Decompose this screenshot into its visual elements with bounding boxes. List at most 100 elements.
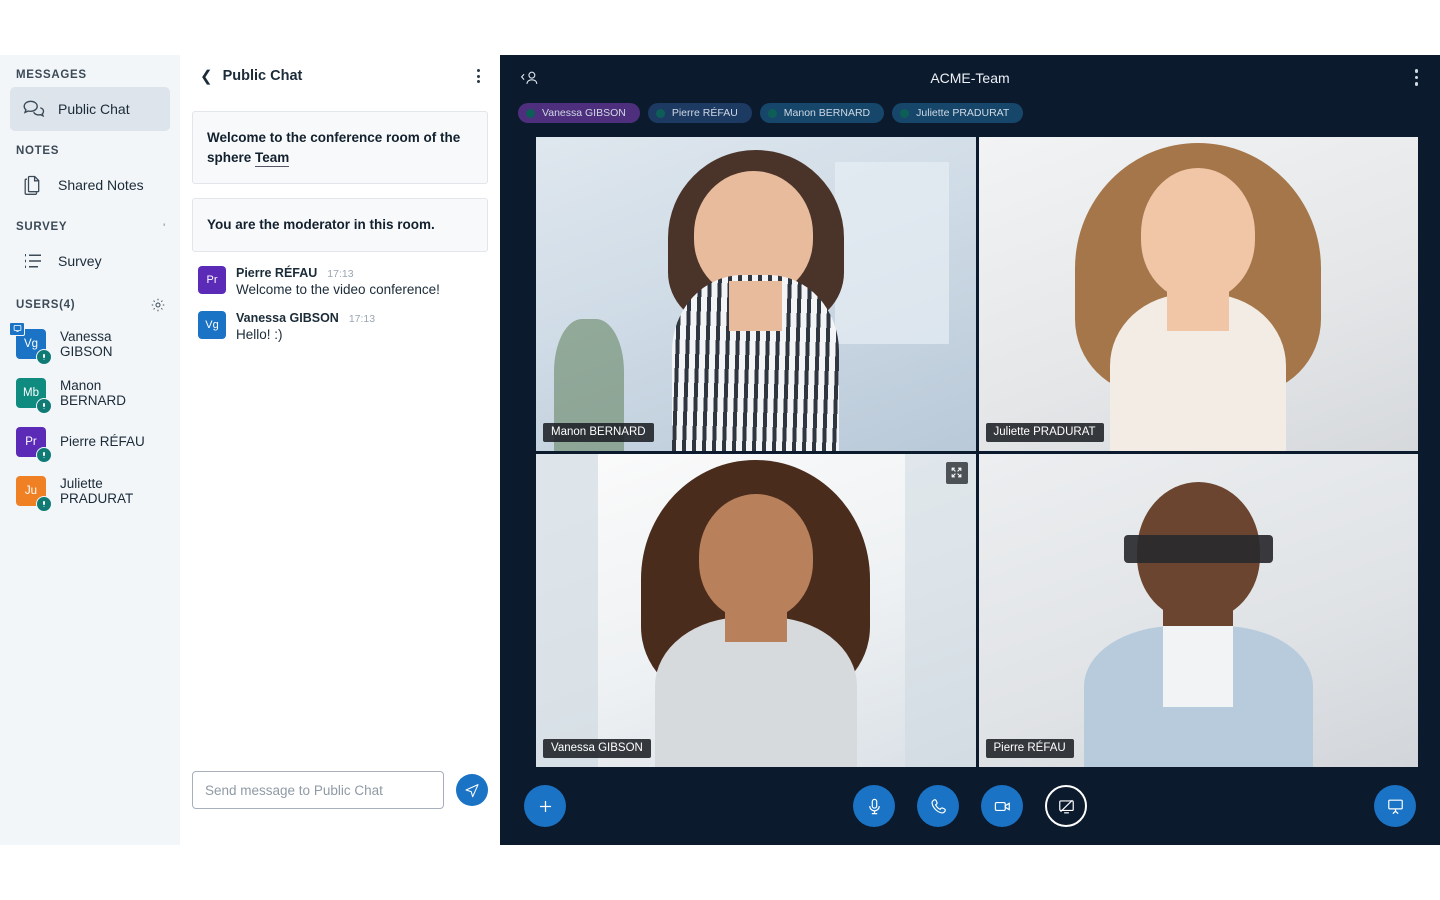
- users-count-label: USERS(4): [16, 299, 76, 311]
- camera-button[interactable]: [981, 785, 1023, 827]
- chat-message-text: Hello! :): [236, 326, 283, 342]
- video-tile[interactable]: Manon BERNARD: [536, 137, 976, 451]
- chip-status-dot-icon: [655, 108, 665, 118]
- sidebar-item-shared-notes[interactable]: Shared Notes: [10, 163, 170, 207]
- video-header: ACME-Team: [500, 55, 1440, 103]
- expand-fullscreen-icon[interactable]: [945, 461, 968, 484]
- send-message-button[interactable]: [456, 774, 488, 806]
- kebab-menu-icon[interactable]: [473, 65, 484, 87]
- participant-video-feed: [536, 137, 976, 451]
- sidebar-item-survey[interactable]: Survey: [10, 239, 170, 283]
- welcome-notice: Welcome to the conference room of the sp…: [192, 111, 488, 185]
- chat-message-time: 17:13: [327, 267, 354, 280]
- avatar: Pr: [198, 265, 226, 294]
- mic-muted-badge-icon: [36, 397, 52, 414]
- sidebar-item-public-chat-label: Public Chat: [58, 101, 130, 117]
- participant-video-feed: [978, 137, 1418, 451]
- video-tile-label: Pierre RÉFAU: [985, 739, 1074, 758]
- hangup-button[interactable]: [917, 785, 959, 827]
- chip-status-dot-icon: [767, 108, 777, 118]
- video-tile-label: Manon BERNARD: [543, 422, 654, 442]
- chat-title: Public Chat: [222, 68, 303, 84]
- sidebar-item-survey-label: Survey: [58, 253, 102, 269]
- avatar-initials: Mb: [23, 386, 39, 399]
- avatar: Pr: [16, 426, 52, 463]
- chat-bubbles-icon: [20, 96, 46, 122]
- participant-video-feed: [536, 453, 976, 767]
- participant-chip[interactable]: Vanessa GIBSON: [518, 103, 640, 123]
- screen-share-badge-icon: [9, 321, 25, 336]
- user-list-item[interactable]: Ju Juliette PRADURAT: [0, 466, 180, 515]
- moderator-notice-text: You are the moderator in this room.: [207, 217, 435, 233]
- participant-video-feed: [978, 453, 1418, 767]
- user-name: Pierre RÉFAU: [60, 434, 145, 449]
- moderator-notice: You are the moderator in this room.: [192, 198, 488, 252]
- chip-status-dot-icon: [526, 108, 535, 118]
- notes-pages-icon: [20, 172, 46, 198]
- sidebar-section-survey: SURVEY ': [0, 207, 180, 239]
- survey-section-dot-icon: ': [163, 222, 166, 232]
- video-tile[interactable]: Pierre RÉFAU: [978, 453, 1418, 767]
- presentation-button[interactable]: [1374, 785, 1416, 827]
- room-title: ACME-Team: [930, 70, 1010, 86]
- video-conference-panel: ACME-Team Vanessa GIBSON Pierre RÉFAU Ma…: [500, 55, 1440, 845]
- participant-chip-label: Juliette PRADURAT: [916, 107, 1010, 119]
- chat-header: ❮ Public Chat: [180, 55, 500, 97]
- avatar-initials: Pr: [206, 273, 218, 286]
- screenshare-button[interactable]: [1045, 785, 1087, 827]
- participant-chip-label: Manon BERNARD: [783, 107, 871, 119]
- mic-muted-badge-icon: [36, 446, 52, 463]
- avatar: Vg: [198, 310, 226, 339]
- participant-chip[interactable]: Manon BERNARD: [759, 103, 885, 123]
- participant-chip[interactable]: Pierre RÉFAU: [647, 103, 752, 123]
- mic-muted-badge-icon: [36, 348, 52, 365]
- microphone-button[interactable]: [853, 785, 895, 827]
- user-list-item[interactable]: Pr Pierre RÉFAU: [0, 417, 180, 466]
- sidebar-section-survey-label: SURVEY: [16, 221, 68, 233]
- message-input[interactable]: [192, 771, 444, 809]
- sidebar-item-shared-notes-label: Shared Notes: [58, 177, 144, 193]
- mic-muted-badge-icon: [36, 495, 52, 512]
- video-tile[interactable]: Juliette PRADURAT: [978, 137, 1418, 451]
- chat-message-text: Welcome to the video conference!: [236, 281, 440, 297]
- sidebar: MESSAGES Public Chat NOTES Shared Notes: [0, 55, 180, 845]
- chip-status-dot-icon: [900, 108, 910, 118]
- kebab-menu-icon[interactable]: [1414, 69, 1418, 86]
- gear-icon[interactable]: [150, 297, 166, 313]
- user-list-item[interactable]: Mb Manon BERNARD: [0, 368, 180, 417]
- chat-composer: [180, 759, 500, 845]
- avatar-initials: Vg: [23, 337, 39, 350]
- list-icon: [20, 248, 46, 274]
- avatar-initials: Pr: [25, 435, 37, 448]
- video-tile-grid: Manon BERNARD Juliette PRADURAT Vanessa …: [536, 137, 1418, 767]
- chat-message-author: Vanessa GIBSON: [236, 310, 339, 325]
- sidebar-section-messages-label: MESSAGES: [16, 69, 87, 81]
- user-name: Juliette PRADURAT: [60, 475, 134, 506]
- avatar: Mb: [16, 377, 52, 414]
- avatar-initials: Ju: [24, 484, 38, 497]
- chat-message: Pr Pierre RÉFAU 17:13 Welcome to the vid…: [192, 265, 488, 297]
- sidebar-section-users: USERS(4): [0, 283, 180, 319]
- chat-message-list: Welcome to the conference room of the sp…: [180, 97, 500, 759]
- video-conference-app: MESSAGES Public Chat NOTES Shared Notes: [0, 0, 1440, 900]
- avatar-initials: Vg: [205, 318, 219, 331]
- user-name: Vanessa GIBSON: [60, 328, 113, 359]
- video-tile-label: Juliette PRADURAT: [985, 422, 1104, 442]
- chat-message-author: Pierre RÉFAU: [236, 265, 318, 280]
- participant-chip-label: Vanessa GIBSON: [542, 107, 626, 119]
- chat-message: Vg Vanessa GIBSON 17:13 Hello! :): [192, 310, 488, 342]
- participant-chip-list: Vanessa GIBSON Pierre RÉFAU Manon BERNAR…: [500, 103, 1440, 127]
- participant-chip[interactable]: Juliette PRADURAT: [892, 103, 1024, 123]
- chat-panel: ❮ Public Chat Welcome to the conference …: [180, 55, 500, 845]
- welcome-notice-line1: Welcome to the conference room of the sp…: [207, 130, 461, 165]
- avatar: Vg: [9, 321, 52, 365]
- chat-message-time: 17:13: [348, 312, 376, 325]
- participant-chip-label: Pierre RÉFAU: [671, 107, 738, 119]
- video-tile-label: Vanessa GIBSON: [543, 739, 651, 758]
- user-list-item[interactable]: Vg Vanessa GIBSON: [0, 319, 180, 368]
- user-name: Manon BERNARD: [60, 377, 127, 408]
- chevron-left-icon[interactable]: ❮: [200, 69, 213, 84]
- video-tile-active[interactable]: Vanessa GIBSON: [536, 453, 976, 767]
- video-control-bar: [500, 767, 1440, 845]
- sidebar-item-public-chat[interactable]: Public Chat: [10, 87, 170, 131]
